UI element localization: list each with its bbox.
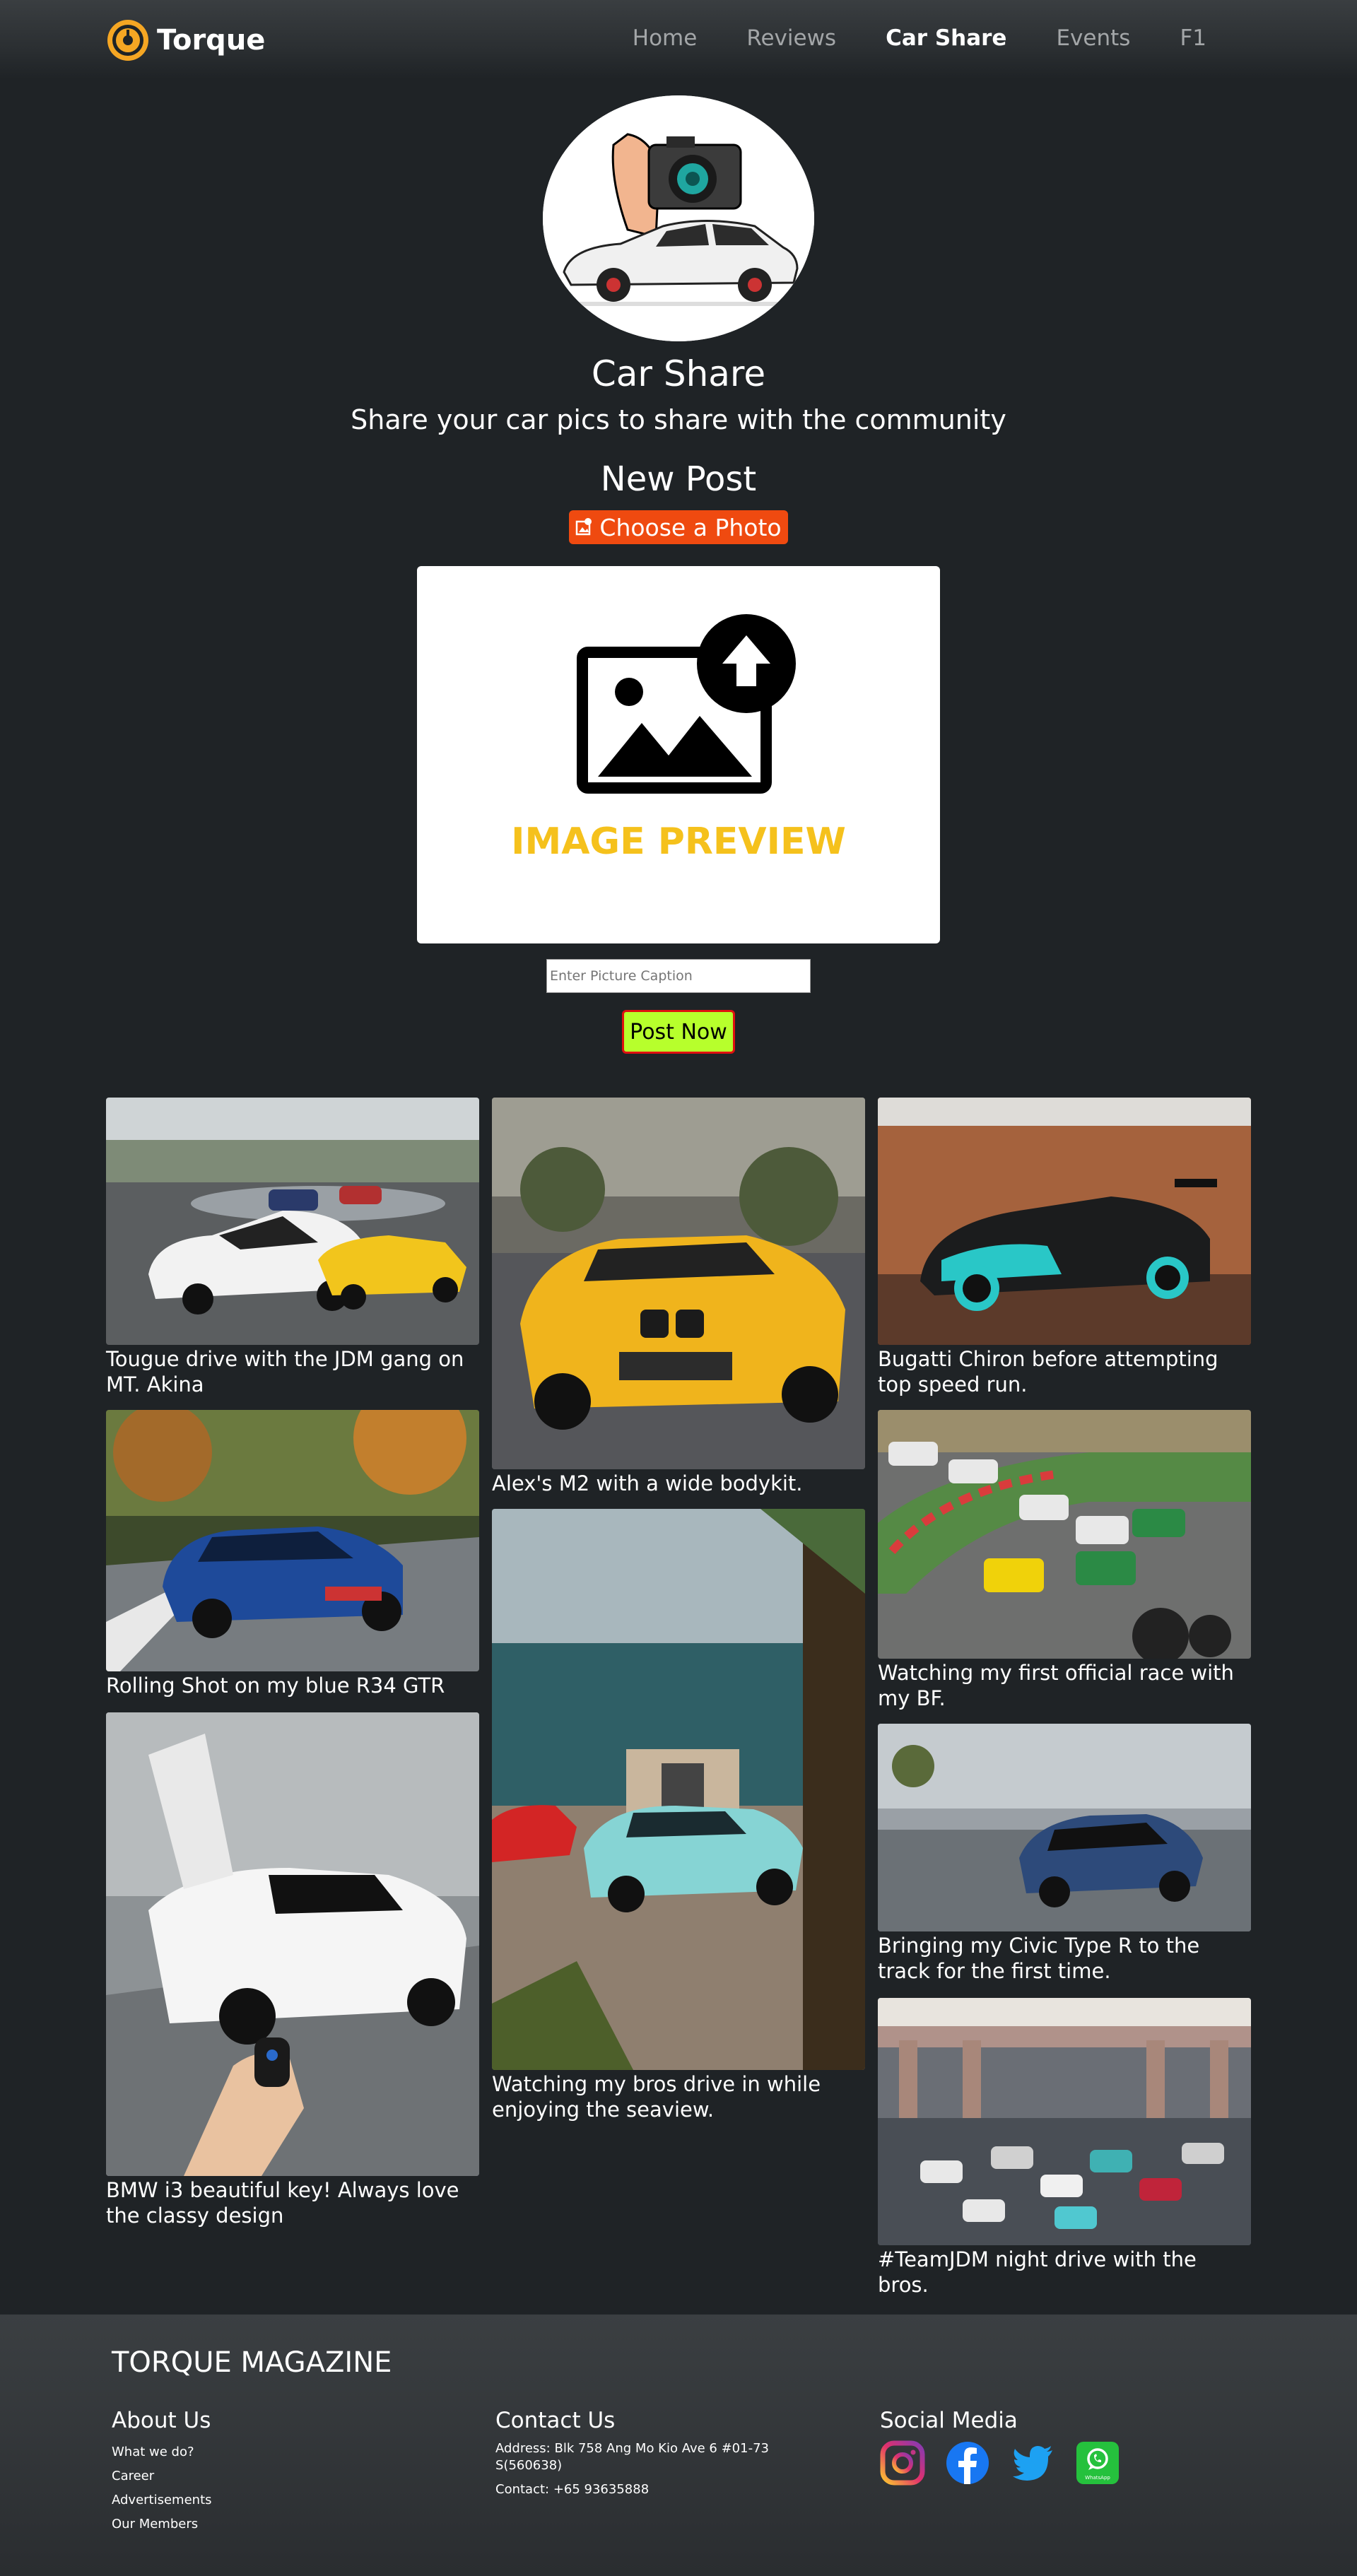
instagram-icon[interactable] [880, 2440, 925, 2486]
nav-car-share[interactable]: Car Share [886, 25, 1006, 51]
gear-logo-icon [107, 20, 148, 61]
post-caption: BMW i3 beautiful key! Always love the cl… [106, 2178, 459, 2228]
hero-illustration [543, 95, 814, 341]
social-heading: Social Media [880, 2408, 1018, 2433]
footer-title: TORQUE MAGAZINE [112, 2346, 392, 2379]
post-photo [106, 1712, 479, 2176]
post-now-button[interactable]: Post Now [622, 1010, 735, 1054]
post-caption: Bringing my Civic Type R to the track fo… [878, 1934, 1200, 1983]
gallery-post[interactable]: Bringing my Civic Type R to the track fo… [878, 1724, 1251, 1984]
footer-about: About Us What we do? Career Advertisemen… [112, 2408, 212, 2536]
page-title: Car Share [591, 353, 766, 394]
nav-events[interactable]: Events [1056, 25, 1130, 51]
gallery-post[interactable]: Tougue drive with the JDM gang on MT. Ak… [106, 1098, 479, 1397]
facebook-icon[interactable] [945, 2440, 990, 2486]
gallery-post[interactable]: Bugatti Chiron before attempting top spe… [878, 1098, 1251, 1397]
contact-heading: Contact Us [495, 2408, 616, 2433]
nav-f1[interactable]: F1 [1180, 25, 1206, 51]
page-subtitle: Share your car pics to share with the co… [351, 404, 1006, 435]
post-photo [878, 1998, 1251, 2245]
post-photo [492, 1509, 865, 2070]
post-caption: Rolling Shot on my blue R34 GTR [106, 1674, 445, 1698]
image-preview-label: IMAGE PREVIEW [511, 821, 846, 863]
nav-home[interactable]: Home [633, 25, 698, 51]
social-icons: WhatsApp [880, 2440, 1120, 2486]
footer-link-what-we-do[interactable]: What we do? [112, 2440, 212, 2464]
footer-link-career[interactable]: Career [112, 2464, 212, 2488]
post-photo [878, 1724, 1251, 1931]
image-upload-icon [576, 518, 592, 536]
brand[interactable]: Torque [106, 18, 265, 62]
post-caption: Bugatti Chiron before attempting top spe… [878, 1347, 1218, 1396]
image-preview: IMAGE PREVIEW [417, 566, 940, 943]
post-photo [492, 1098, 865, 1469]
post-caption: Watching my bros drive in while enjoying… [492, 2072, 821, 2122]
footer-contact: Contact Us Address: Blk 758 Ang Mo Kio A… [495, 2408, 806, 2505]
nav-links: Home Reviews Car Share Events F1 [633, 25, 1206, 51]
gallery-post[interactable]: #TeamJDM night drive with the bros. [878, 1998, 1251, 2298]
gallery-post[interactable]: Watching my first official race with my … [878, 1410, 1251, 1711]
post-photo [106, 1410, 479, 1671]
gallery-post[interactable]: Watching my bros drive in while enjoying… [492, 1509, 865, 2122]
post-caption: Tougue drive with the JDM gang on MT. Ak… [106, 1347, 464, 1396]
whatsapp-label: WhatsApp [1085, 2475, 1110, 2481]
post-caption: Watching my first official race with my … [878, 1661, 1234, 1710]
twitter-icon[interactable] [1010, 2440, 1055, 2486]
footer-social: Social Media WhatsApp [880, 2408, 1120, 2486]
post-photo [106, 1098, 479, 1345]
footer: TORQUE MAGAZINE About Us What we do? Car… [0, 2315, 1357, 2576]
gallery-post[interactable]: BMW i3 beautiful key! Always love the cl… [106, 1712, 479, 2228]
footer-link-advertisements[interactable]: Advertisements [112, 2488, 212, 2512]
gallery-post[interactable]: Alex's M2 with a wide bodykit. [492, 1098, 865, 1496]
whatsapp-icon[interactable]: WhatsApp [1075, 2440, 1120, 2486]
new-post-title: New Post [600, 459, 757, 499]
post-caption: #TeamJDM night drive with the bros. [878, 2247, 1197, 2297]
camera-car-illustration [543, 95, 814, 341]
gallery-post[interactable]: Rolling Shot on my blue R34 GTR [106, 1410, 479, 1698]
choose-photo-button[interactable]: Choose a Photo [569, 510, 788, 544]
caption-input[interactable] [546, 959, 811, 993]
post-photo [878, 1410, 1251, 1659]
post-photo [878, 1098, 1251, 1345]
contact-address: Address: Blk 758 Ang Mo Kio Ave 6 #01-73… [495, 2441, 769, 2473]
about-heading: About Us [112, 2408, 211, 2433]
top-nav: Torque Home Reviews Car Share Events F1 [0, 0, 1357, 79]
contact-phone: Contact: +65 93635888 [495, 2482, 650, 2497]
footer-link-members[interactable]: Our Members [112, 2512, 212, 2536]
post-caption: Alex's M2 with a wide bodykit. [492, 1471, 803, 1495]
image-upload-icon [577, 614, 796, 794]
choose-photo-label: Choose a Photo [599, 513, 782, 541]
nav-reviews[interactable]: Reviews [746, 25, 836, 51]
brand-name: Torque [157, 24, 266, 57]
